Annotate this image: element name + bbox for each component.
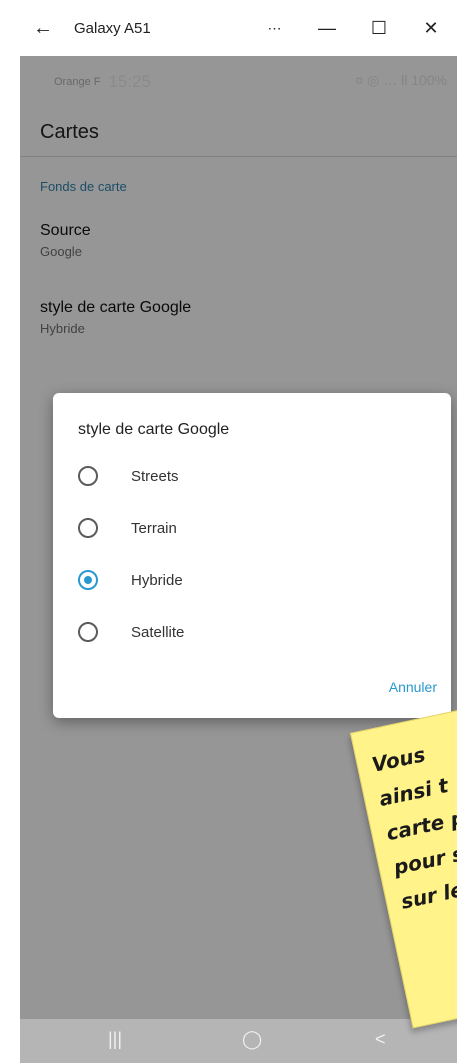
home-icon[interactable]: ◯ xyxy=(242,1029,262,1050)
cancel-button[interactable]: Annuler xyxy=(389,679,437,695)
minimize-icon[interactable]: — xyxy=(301,18,353,39)
option-satellite[interactable]: Satellite xyxy=(78,615,418,649)
sticky-note-text: Vous ainsi t carte pl pour s sur le xyxy=(369,742,457,914)
more-icon[interactable]: ⋯ xyxy=(249,20,301,37)
back-arrow-icon[interactable]: ← xyxy=(30,17,56,40)
window-title: Galaxy A51 xyxy=(74,19,151,37)
option-label: Terrain xyxy=(131,519,177,537)
radio-button[interactable] xyxy=(78,518,98,538)
map-style-dialog: style de carte Google Streets Terrain Hy… xyxy=(53,393,451,718)
option-label: Streets xyxy=(131,467,179,485)
window-controls: ⋯ — ☐ ✕ xyxy=(249,0,457,56)
option-hybride[interactable]: Hybride xyxy=(78,563,418,597)
maximize-icon[interactable]: ☐ xyxy=(353,18,405,39)
radio-button-selected[interactable] xyxy=(78,570,98,590)
option-label: Hybride xyxy=(131,571,183,589)
option-label: Satellite xyxy=(131,623,185,641)
option-terrain[interactable]: Terrain xyxy=(78,511,418,545)
dialog-title: style de carte Google xyxy=(78,421,230,438)
radio-button[interactable] xyxy=(78,466,98,486)
recent-apps-icon[interactable]: ||| xyxy=(108,1029,122,1050)
close-icon[interactable]: ✕ xyxy=(405,18,457,39)
android-nav-bar: ||| ◯ < xyxy=(20,1019,457,1063)
radio-button[interactable] xyxy=(78,622,98,642)
option-streets[interactable]: Streets xyxy=(78,459,418,493)
nav-back-icon[interactable]: < xyxy=(375,1029,386,1050)
window-titlebar: ← Galaxy A51 ⋯ — ☐ ✕ xyxy=(20,0,457,56)
